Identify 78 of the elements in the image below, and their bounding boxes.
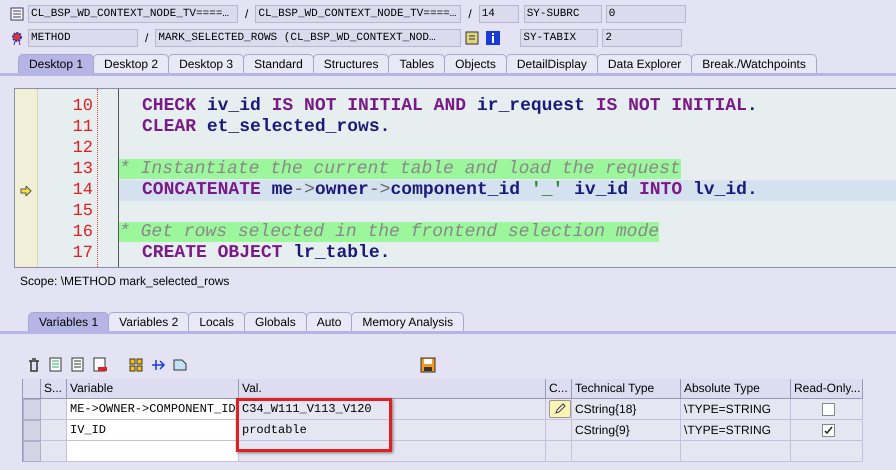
variables-tab[interactable]: Globals	[244, 312, 307, 331]
program-field[interactable]: CL_BSP_WD_CONTEXT_NODE_TV====…	[28, 5, 238, 23]
separator-slash: /	[144, 31, 150, 45]
read-only-checkbox[interactable]	[822, 424, 834, 436]
value-cell[interactable]: C34_W111_V113_V120	[239, 399, 546, 420]
system-field-name: SY-TABIX	[520, 29, 598, 47]
line-number: 15	[72, 201, 93, 222]
column-header[interactable]: C...	[546, 379, 572, 399]
desktop-tab[interactable]: Structures	[312, 54, 390, 73]
desktop-tab[interactable]: Tables	[388, 54, 446, 73]
code-line: CONCATENATE me->owner->component_id '_' iv_id INTO lv_id.	[142, 180, 758, 200]
pencil-icon	[554, 403, 566, 415]
document-icon[interactable]	[48, 357, 64, 373]
program-field[interactable]: METHOD	[28, 29, 138, 47]
document-icon[interactable]	[70, 357, 86, 373]
variables-tab[interactable]: Memory Analysis	[351, 312, 464, 331]
variables-tab[interactable]: Auto	[306, 312, 352, 331]
line-number: 10	[72, 96, 93, 117]
desktop-tab[interactable]: DetailDisplay	[506, 54, 598, 73]
line-field[interactable]: 14	[478, 5, 519, 23]
type-cell: \TYPE=STRING	[681, 420, 791, 441]
table-cell	[41, 441, 67, 462]
column-header[interactable]: Technical Type	[572, 379, 681, 399]
variable-cell[interactable]: ME->OWNER->COMPONENT_ID	[67, 399, 239, 420]
table-cell	[41, 399, 67, 420]
system-field-name: SY-SUBRC	[524, 5, 602, 23]
column-header[interactable]: S...	[41, 379, 67, 399]
column-header[interactable]: Val.	[239, 379, 546, 399]
arrows-icon[interactable]	[150, 357, 166, 373]
type-cell: CString{18}	[572, 399, 681, 420]
trash-icon[interactable]	[26, 357, 42, 373]
code-comment: * Get rows selected in the frontend selection mode	[119, 222, 660, 242]
code-comment: * Instantiate the current table and load the request	[119, 159, 681, 179]
line-number: 11	[72, 117, 93, 138]
grid-icon[interactable]	[128, 357, 144, 373]
code-line: CLEAR et_selected_rows.	[142, 117, 390, 137]
line-number: 16	[72, 222, 93, 243]
code-line: CHECK iv_id IS NOT INITIAL AND ir_request IS NOT INITIAL.	[142, 96, 758, 116]
table-cell	[546, 441, 572, 462]
value-cell[interactable]: prodtable	[239, 420, 546, 441]
variables-tab[interactable]: Variables 2	[108, 312, 190, 331]
variables-tab[interactable]: Locals	[188, 312, 245, 331]
column-header[interactable]: Variable	[67, 379, 239, 399]
separator-slash: /	[467, 7, 473, 21]
desktop-tab[interactable]: Break./Watchpoints	[691, 54, 817, 73]
tag-icon[interactable]	[172, 357, 188, 373]
desktop-tab[interactable]: Standard	[243, 54, 314, 73]
info-icon[interactable]	[485, 30, 502, 46]
table-cell	[41, 420, 67, 441]
line-number: 13	[72, 159, 93, 180]
system-field-value[interactable]: 0	[606, 5, 686, 23]
document-icon[interactable]	[92, 357, 108, 373]
type-cell: \TYPE=STRING	[681, 399, 791, 420]
list-icon	[10, 7, 24, 21]
system-field-value[interactable]: 2	[602, 29, 682, 47]
save-icon[interactable]	[420, 357, 436, 373]
column-header[interactable]: Read-Only...	[791, 379, 863, 399]
scope-label: Scope: \METHOD mark_selected_rows	[20, 274, 230, 288]
desktop-tab[interactable]: Desktop 2	[93, 54, 170, 73]
desktop-tab[interactable]: Desktop 3	[168, 54, 244, 73]
line-number: 12	[72, 138, 93, 159]
separator-slash: /	[244, 7, 250, 21]
type-cell: CString{9}	[572, 420, 681, 441]
line-number: 14	[72, 180, 93, 201]
read-only-checkbox[interactable]	[822, 402, 834, 416]
variable-cell[interactable]	[67, 441, 239, 462]
line-number: 17	[72, 243, 93, 264]
variable-cell[interactable]: IV_ID	[67, 420, 239, 441]
code-line: CREATE OBJECT lr_table.	[142, 243, 390, 263]
variables-tab[interactable]: Variables 1	[28, 312, 110, 331]
desktop-tab[interactable]: Desktop 1	[18, 54, 94, 73]
document-icon[interactable]	[465, 30, 482, 46]
column-header[interactable]: Absolute Type	[681, 379, 791, 399]
desktop-tab[interactable]: Objects	[444, 54, 507, 73]
include-field[interactable]: CL_BSP_WD_CONTEXT_NODE_TV====…	[255, 5, 462, 23]
include-field[interactable]: MARK_SELECTED_ROWS (CL_BSP_WD_CONTEXT_NOD…	[155, 29, 462, 47]
gear-icon	[10, 31, 24, 45]
desktop-tab[interactable]: Data Explorer	[596, 54, 692, 73]
